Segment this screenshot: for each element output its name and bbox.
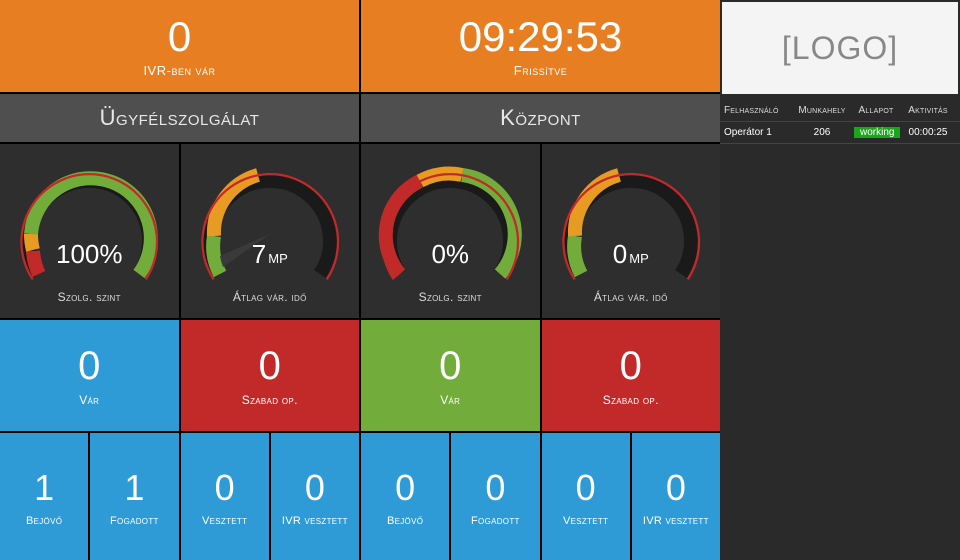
top-row: 0 IVR-ben vár 09:29:53 Frissítve	[0, 0, 720, 92]
stile-incoming-0: 1 Bejövő	[0, 433, 88, 560]
gauge-value: 0%	[361, 239, 540, 270]
stile-caption: IVR vesztett	[643, 515, 709, 527]
th-user: Felhasználó	[720, 105, 794, 116]
gauge-caption: Átlag vár. idő	[181, 290, 360, 304]
tile-free-op-1: 0 Szabad op.	[542, 320, 721, 432]
stile-value: 1	[34, 467, 54, 509]
gauge-avg-wait-1: 0mp Átlag vár. idő	[542, 144, 721, 318]
stile-caption: IVR vesztett	[282, 515, 348, 527]
th-workplace: Munkahely	[794, 105, 850, 116]
gauge-service-level-0: 100% Szolg. szint	[0, 144, 179, 318]
small-tile-row: 1 Bejövő 1 Fogadott 0 Vesztett 0 IVR ves…	[0, 433, 720, 560]
gauge-avg-wait-0: 7mp Átlag vár. idő	[181, 144, 360, 318]
stile-value: 1	[124, 467, 144, 509]
gauge-value-text: 0	[613, 239, 627, 269]
section-header-0: Ügyfélszolgálat	[0, 94, 359, 142]
updated-value: 09:29:53	[459, 13, 623, 61]
gauge-caption: Szolg. szint	[361, 290, 540, 304]
ivr-waiting-card: 0 IVR-ben vár	[0, 0, 359, 92]
gauge-caption: Átlag vár. idő	[542, 290, 721, 304]
stile-value: 0	[215, 467, 235, 509]
stile-ivr-lost-0: 0 IVR vesztett	[271, 433, 359, 560]
tile-caption: Vár	[79, 393, 99, 407]
gauge-icon	[551, 154, 711, 294]
section-header-1: Központ	[361, 94, 720, 142]
stile-value: 0	[666, 467, 686, 509]
stile-value: 0	[576, 467, 596, 509]
tile-value: 0	[620, 344, 642, 389]
main-panel: 0 IVR-ben vár 09:29:53 Frissítve Ügyféls…	[0, 0, 720, 560]
stile-ivr-lost-1: 0 IVR vesztett	[632, 433, 720, 560]
gauge-value: 7mp	[181, 239, 360, 270]
tile-waiting-1: 0 Vár	[361, 320, 540, 432]
stile-lost-1: 0 Vesztett	[542, 433, 630, 560]
stile-caption: Vesztett	[202, 515, 247, 527]
tile-waiting-0: 0 Vár	[0, 320, 179, 432]
tile-free-op-0: 0 Szabad op.	[181, 320, 360, 432]
td-workplace: 206	[794, 127, 850, 138]
tile-value: 0	[259, 344, 281, 389]
gauge-value: 100%	[0, 239, 179, 270]
stile-value: 0	[305, 467, 325, 509]
stile-caption: Fogadott	[471, 515, 520, 527]
table-row: Operátor 1 206 working 00:00:25	[720, 122, 960, 144]
stile-caption: Bejövő	[387, 515, 423, 527]
ivr-waiting-caption: IVR-ben vár	[143, 63, 215, 78]
gauge-value-text: 7	[252, 239, 266, 269]
tile-value: 0	[439, 344, 461, 389]
tile-caption: Vár	[440, 393, 460, 407]
updated-caption: Frissítve	[514, 63, 567, 78]
stile-caption: Bejövő	[26, 515, 62, 527]
stile-answered-0: 1 Fogadott	[90, 433, 178, 560]
gauge-value: 0mp	[542, 239, 721, 270]
status-table: Felhasználó Munkahely Állapot Aktivitás …	[720, 100, 960, 144]
gauge-value-text: 0%	[431, 239, 469, 269]
stile-lost-0: 0 Vesztett	[181, 433, 269, 560]
td-user: Operátor 1	[720, 127, 794, 138]
gauge-service-level-1: 0% Szolg. szint	[361, 144, 540, 318]
stile-value: 0	[395, 467, 415, 509]
dashboard-root: 0 IVR-ben vár 09:29:53 Frissítve Ügyféls…	[0, 0, 960, 560]
gauge-icon	[370, 154, 530, 294]
updated-card: 09:29:53 Frissítve	[361, 0, 720, 92]
tile-caption: Szabad op.	[603, 393, 659, 407]
side-panel: [LOGO] Felhasználó Munkahely Állapot Akt…	[720, 0, 960, 560]
gauge-caption: Szolg. szint	[0, 290, 179, 304]
stile-caption: Vesztett	[563, 515, 608, 527]
gauge-unit: mp	[629, 247, 649, 267]
logo: [LOGO]	[722, 2, 958, 94]
table-header-row: Felhasználó Munkahely Állapot Aktivitás	[720, 100, 960, 122]
gauge-icon	[9, 154, 169, 294]
th-activity: Aktivitás	[902, 105, 954, 116]
gauge-value-text: 100%	[56, 239, 123, 269]
td-status: working	[850, 127, 902, 138]
status-badge: working	[854, 127, 900, 138]
tile-value: 0	[78, 344, 100, 389]
gauge-row: 100% Szolg. szint 7mp Átlag vár. idő	[0, 144, 720, 318]
stile-caption: Fogadott	[110, 515, 159, 527]
stile-value: 0	[485, 467, 505, 509]
section-header-row: Ügyfélszolgálat Központ	[0, 94, 720, 142]
th-status: Állapot	[850, 105, 902, 116]
td-activity: 00:00:25	[902, 127, 954, 138]
tile-caption: Szabad op.	[242, 393, 298, 407]
gauge-icon	[190, 154, 350, 294]
ivr-waiting-value: 0	[168, 13, 191, 61]
tile-row: 0 Vár 0 Szabad op. 0 Vár 0 Szabad op.	[0, 320, 720, 432]
stile-answered-1: 0 Fogadott	[451, 433, 539, 560]
stile-incoming-1: 0 Bejövő	[361, 433, 449, 560]
gauge-unit: mp	[268, 247, 288, 267]
